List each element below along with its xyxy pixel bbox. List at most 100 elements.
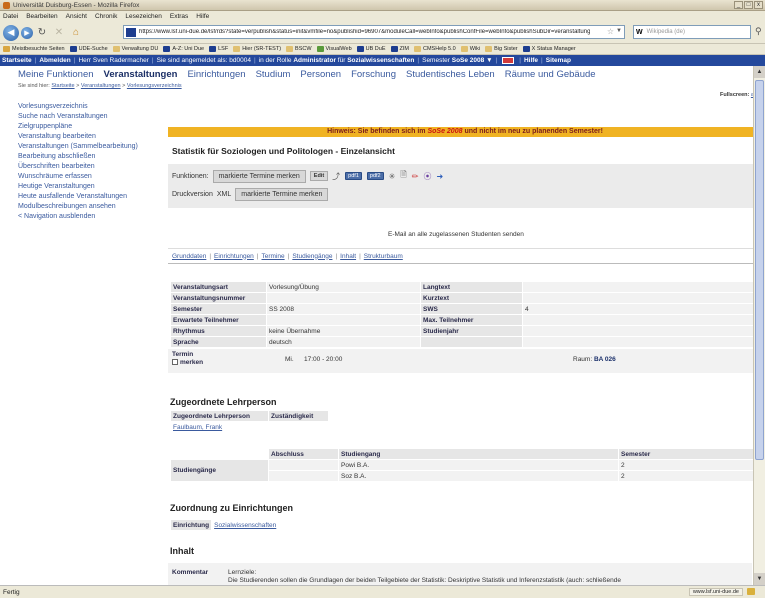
pdf1-button[interactable]: pdf1 [345, 172, 362, 180]
url-bar[interactable]: https://www.lsf.uni-due.de/lsf/rds?state… [123, 25, 625, 39]
wand-icon[interactable]: ⤴ [332, 171, 340, 182]
edit-button[interactable]: Edit [309, 171, 329, 181]
nav-meine-funktionen[interactable]: Meine Funktionen [18, 69, 94, 80]
bookmark-item[interactable]: CMSHelp 5.0 [413, 46, 456, 52]
tab-einrichtungen[interactable]: Einrichtungen [214, 253, 254, 260]
url-dropdown-icon[interactable]: ▼ [616, 28, 622, 34]
nav-studium[interactable]: Studium [256, 69, 291, 80]
xml-link[interactable]: XML [217, 191, 231, 198]
document-icon[interactable]: 🗎 [400, 169, 406, 183]
minimize-button[interactable]: _ [734, 1, 743, 9]
add-arrow-icon[interactable]: ➜ [436, 172, 443, 181]
maximize-button[interactable]: □ [744, 1, 753, 9]
table-row-studiengang: Powi B.A. [338, 459, 619, 471]
mark-dates-button[interactable]: markierte Termine merken [212, 169, 306, 183]
menu-ansicht[interactable]: Ansicht [66, 13, 87, 20]
table-row-abschluss [268, 470, 339, 482]
menu-bearbeiten[interactable]: Bearbeiten [26, 13, 57, 20]
abmelden-link[interactable]: Abmelden [39, 57, 70, 64]
menu-chronik[interactable]: Chronik [95, 13, 117, 20]
nav-raeume-gebaeude[interactable]: Räume und Gebäude [505, 69, 596, 80]
bookmark-item[interactable]: UB DuE [356, 46, 386, 52]
menu-lesezeichen[interactable]: Lesezeichen [125, 13, 162, 20]
tab-termine[interactable]: Termine [262, 253, 285, 260]
breadcrumb-startseite[interactable]: Startseite [51, 83, 74, 89]
bookmark-star-icon[interactable]: ☆ [607, 27, 614, 36]
pen-icon[interactable]: ✏ [412, 172, 419, 181]
menu-hilfe[interactable]: Hilfe [196, 13, 209, 20]
sitemap-link[interactable]: Sitemap [546, 57, 571, 64]
bookmark-item[interactable]: VisualWeb [316, 46, 352, 52]
mark-dates-button-2[interactable]: markierte Termine merken [235, 188, 329, 201]
hilfe-link[interactable]: Hilfe [524, 57, 538, 64]
bookmark-item[interactable]: ZIM [390, 46, 409, 52]
bookmark-item[interactable]: Meistbesuchte Seiten [3, 46, 65, 52]
search-icon[interactable]: ⚲ [755, 26, 762, 37]
menu-extras[interactable]: Extras [170, 13, 188, 20]
startseite-link[interactable]: Startseite [2, 57, 32, 64]
nav-veranstaltungen[interactable]: Veranstaltungen [104, 69, 178, 80]
sidebar-item-navigation-ausblenden[interactable]: < Navigation ausblenden [18, 212, 168, 222]
wikipedia-icon[interactable]: W [636, 29, 643, 36]
sidebar-item-vorlesungsverzeichnis[interactable]: Vorlesungsverzeichnis [18, 102, 168, 112]
tab-grunddaten[interactable]: Grunddaten [172, 253, 206, 260]
scroll-up-icon[interactable]: ▲ [754, 66, 765, 78]
bookmark-item[interactable]: BSCW [286, 46, 312, 52]
bookmark-item[interactable]: Wiki [460, 46, 480, 52]
forward-icon[interactable]: ▶ [21, 26, 33, 39]
bookmark-label: Verwaltung DU [121, 46, 159, 52]
sidebar-item-ueberschriften[interactable]: Überschriften bearbeiten [18, 162, 168, 172]
nav-personen[interactable]: Personen [300, 69, 341, 80]
room-value[interactable]: BA 026 [594, 356, 616, 363]
bookmark-item[interactable]: Big Sister [485, 46, 518, 52]
bookmark-item[interactable]: LSF [209, 46, 228, 52]
bookmark-icon [460, 46, 468, 52]
termin-title: Termin [172, 351, 194, 358]
termin-checkbox[interactable] [172, 359, 178, 366]
bookmark-item[interactable]: Verwaltung DU [112, 46, 159, 52]
bookmark-item[interactable]: X Status Manager [522, 46, 576, 52]
lock-icon[interactable] [747, 588, 755, 595]
sidebar-item-sammelbearbeitung[interactable]: Veranstaltungen (Sammelbearbeitung) [18, 142, 168, 152]
pdf2-button[interactable]: pdf2 [366, 172, 384, 180]
email-students-link[interactable]: E-Mail an alle zugelassenen Studenten se… [388, 231, 524, 238]
breadcrumb-veranstaltungen[interactable]: Veranstaltungen [81, 83, 121, 89]
close-button[interactable]: x [754, 1, 763, 9]
page-scrollbar[interactable]: ▲ ▼ [753, 66, 765, 585]
nav-forschung[interactable]: Forschung [351, 69, 396, 80]
bookmark-item[interactable]: Hier (SR-TEST) [233, 46, 281, 52]
lehrperson-link[interactable]: Faulbaum, Frank [173, 424, 222, 431]
sidebar-item-ausfallende[interactable]: Heute ausfallende Veranstaltungen [18, 192, 168, 202]
nav-studentisches-leben[interactable]: Studentisches Leben [406, 69, 495, 80]
sidebar-item-suche[interactable]: Suche nach Veranstaltungen [18, 112, 168, 122]
sidebar-item-veranstaltung-bearbeiten[interactable]: Veranstaltung bearbeiten [18, 132, 168, 142]
stop-icon[interactable]: ✕ [52, 26, 66, 40]
sidebar-item-heutige[interactable]: Heutige Veranstaltungen [18, 182, 168, 192]
breadcrumb-vorlesungsverzeichnis[interactable]: Vorlesungsverzeichnis [127, 83, 182, 89]
scroll-thumb[interactable] [755, 80, 764, 460]
sidebar-item-bearbeitung-abschliessen[interactable]: Bearbeitung abschließen [18, 152, 168, 162]
tab-strukturbaum[interactable]: Strukturbaum [364, 253, 403, 260]
sidebar-item-wunschraeume[interactable]: Wunschräume erfassen [18, 172, 168, 182]
login-text: Sie sind angemeldet als: [156, 57, 228, 64]
home-icon[interactable]: ⌂ [69, 26, 83, 40]
menu-datei[interactable]: Datei [3, 13, 18, 20]
tab-studiengaenge[interactable]: Studiengänge [292, 253, 332, 260]
globe-icon[interactable]: ⦿ [423, 171, 431, 182]
scroll-down-icon[interactable]: ▼ [754, 573, 765, 585]
bookmarks-toolbar: Meistbesuchte Seiten UDE-Suche Verwaltung … [0, 44, 765, 55]
semester-select[interactable]: SoSe 2008 [452, 57, 485, 64]
search-bar[interactable]: W Wikipedia (de) [633, 25, 751, 39]
back-icon[interactable]: ◀ [3, 24, 19, 41]
sidebar-item-zielgruppenplaene[interactable]: Zielgruppenpläne [18, 122, 168, 132]
language-flag-icon[interactable] [502, 57, 515, 64]
bookmark-item[interactable]: A-Z: Uni Due [163, 46, 204, 52]
sidebar-item-modulbeschreibungen[interactable]: Modulbeschreibungen ansehen [18, 202, 168, 212]
bookmark-item[interactable]: UDE-Suche [69, 46, 108, 52]
nav-einrichtungen[interactable]: Einrichtungen [187, 69, 245, 80]
status-host: www.lsf.uni-due.de [688, 588, 743, 596]
tab-inhalt[interactable]: Inhalt [340, 253, 356, 260]
reload-icon[interactable]: ↻ [35, 26, 49, 40]
einrichtung-link[interactable]: Sozialwissenschaften [214, 522, 276, 529]
star-icon[interactable]: ✳ [389, 172, 396, 181]
